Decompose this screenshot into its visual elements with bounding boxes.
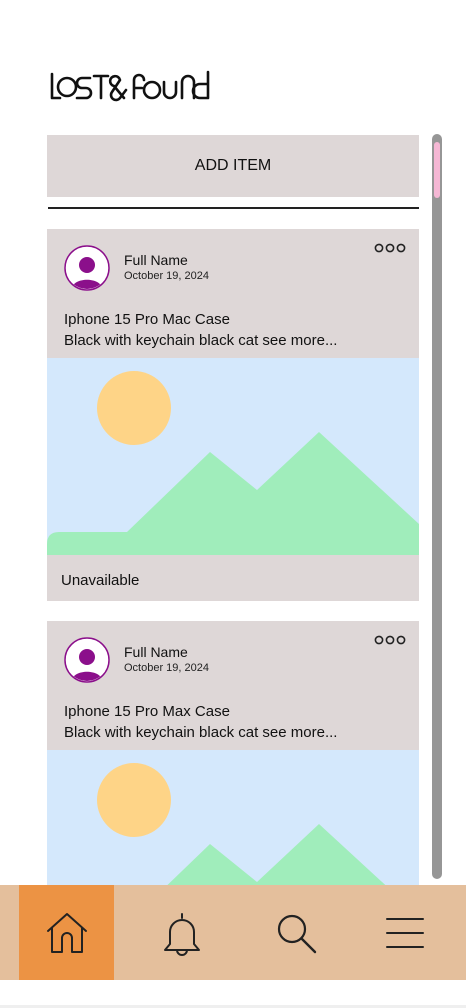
more-options-icon[interactable] <box>373 242 407 254</box>
author-name[interactable]: Full Name <box>124 644 188 660</box>
item-title: Iphone 15 Pro Mac Case <box>64 311 230 328</box>
author-name[interactable]: Full Name <box>124 252 188 268</box>
post-card[interactable]: Full Name October 19, 2024 Iphone 15 Pro… <box>47 229 419 601</box>
bottom-nav <box>0 885 466 980</box>
item-description[interactable]: Black with keychain black cat see more..… <box>64 724 337 741</box>
add-item-button[interactable]: ADD ITEM <box>47 135 419 197</box>
nav-menu[interactable] <box>357 885 452 980</box>
bell-icon <box>163 912 200 956</box>
avatar-icon[interactable] <box>64 245 110 291</box>
item-status: Unavailable <box>61 572 140 589</box>
home-icon <box>46 912 87 953</box>
avatar-icon[interactable] <box>64 637 110 683</box>
add-item-label: ADD ITEM <box>194 157 272 174</box>
more-options-icon[interactable] <box>373 634 407 646</box>
scrollbar[interactable] <box>432 134 442 879</box>
divider <box>48 207 419 209</box>
item-description[interactable]: Black with keychain black cat see more..… <box>64 332 337 349</box>
post-date: October 19, 2024 <box>124 270 210 282</box>
menu-icon <box>385 917 424 948</box>
nav-home[interactable] <box>19 885 114 980</box>
lost-and-found-logo <box>50 70 210 102</box>
item-image-placeholder[interactable] <box>47 358 419 555</box>
nav-notifications[interactable] <box>134 885 229 980</box>
post-date: October 19, 2024 <box>124 662 210 674</box>
post-card[interactable]: Full Name October 19, 2024 Iphone 15 Pro… <box>47 621 419 885</box>
scrollbar-thumb[interactable] <box>434 142 440 198</box>
item-title: Iphone 15 Pro Max Case <box>64 703 230 720</box>
item-image-placeholder[interactable] <box>47 750 419 885</box>
nav-search[interactable] <box>248 885 343 980</box>
search-icon <box>277 914 316 953</box>
